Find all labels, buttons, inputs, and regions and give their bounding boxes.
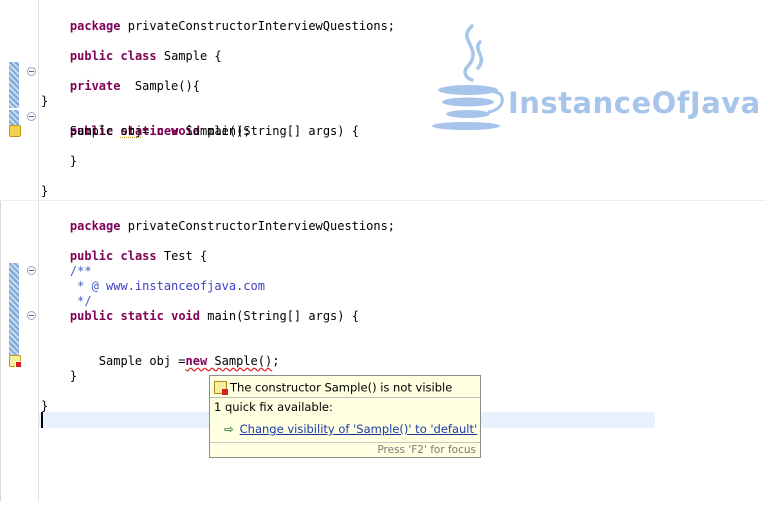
instanceofjava-logo: InstanceOfJava bbox=[428, 22, 760, 132]
editor-pane-sample[interactable]: package privateConstructorInterviewQuest… bbox=[0, 0, 766, 200]
editor-gutter[interactable] bbox=[0, 201, 39, 501]
code-line[interactable]: private Sample(){ bbox=[41, 64, 200, 93]
code-line[interactable]: */ bbox=[41, 294, 91, 309]
tooltip-footer-divider bbox=[210, 442, 480, 443]
code-line[interactable]: /** bbox=[41, 264, 92, 279]
tooltip-footer: Press 'F2' for focus bbox=[377, 444, 476, 456]
warning-icon[interactable] bbox=[9, 125, 21, 137]
code-line[interactable]: package privateConstructorInterviewQuest… bbox=[41, 204, 395, 233]
code-line[interactable]: } bbox=[41, 94, 48, 109]
tooltip-divider bbox=[210, 397, 480, 398]
watermark-text: InstanceOfJava bbox=[508, 86, 761, 120]
code-line[interactable]: } bbox=[41, 369, 77, 384]
quick-fix-count: 1 quick fix available: bbox=[214, 400, 333, 414]
java-cup-icon bbox=[432, 24, 504, 130]
editor-left-edge bbox=[0, 201, 1, 501]
code-line[interactable]: } bbox=[41, 154, 77, 169]
quick-fix-tooltip[interactable]: The constructor Sample() is not visible … bbox=[209, 375, 481, 458]
fold-toggle-icon[interactable] bbox=[27, 266, 36, 275]
tooltip-header: The constructor Sample() is not visible bbox=[214, 379, 452, 395]
fold-toggle-icon[interactable] bbox=[27, 112, 36, 121]
quick-fix-link[interactable]: Change visibility of 'Sample()' to 'defa… bbox=[240, 422, 478, 436]
code-line[interactable]: public static void main(String[] args) { bbox=[41, 309, 359, 324]
code-line[interactable]: * @ www.instanceofjava.com bbox=[41, 279, 265, 294]
code-line[interactable]: package privateConstructorInterviewQuest… bbox=[41, 4, 395, 33]
error-icon[interactable] bbox=[9, 355, 22, 368]
text-caret bbox=[41, 412, 43, 428]
code-line[interactable]: Sample obj= new Sample(); bbox=[41, 124, 251, 139]
quick-fix-arrow-icon: ⇨ bbox=[224, 422, 234, 436]
error-message: The constructor Sample() is not visible bbox=[230, 380, 453, 395]
gutter-divider bbox=[38, 201, 39, 501]
editor-gutter[interactable] bbox=[0, 0, 39, 200]
code-line[interactable]: Sample obj =new Sample(); bbox=[41, 354, 280, 369]
code-line[interactable]: public static void main(String[] args) { bbox=[41, 109, 359, 138]
fold-toggle-icon[interactable] bbox=[27, 311, 36, 320]
package-name: privateConstructorInterviewQuestions; bbox=[127, 19, 396, 33]
code-line[interactable]: } bbox=[41, 399, 48, 414]
quick-fix-item[interactable]: ⇨ Change visibility of 'Sample()' to 'def… bbox=[224, 422, 477, 436]
code-line[interactable]: public class Test { bbox=[41, 234, 207, 263]
code-line[interactable]: public class Sample { bbox=[41, 34, 222, 63]
change-bar bbox=[9, 62, 19, 108]
gutter-divider bbox=[38, 0, 39, 200]
change-bar bbox=[9, 263, 19, 355]
fold-toggle-icon[interactable] bbox=[27, 67, 36, 76]
error-icon bbox=[214, 381, 228, 395]
code-line[interactable]: } bbox=[41, 184, 48, 199]
